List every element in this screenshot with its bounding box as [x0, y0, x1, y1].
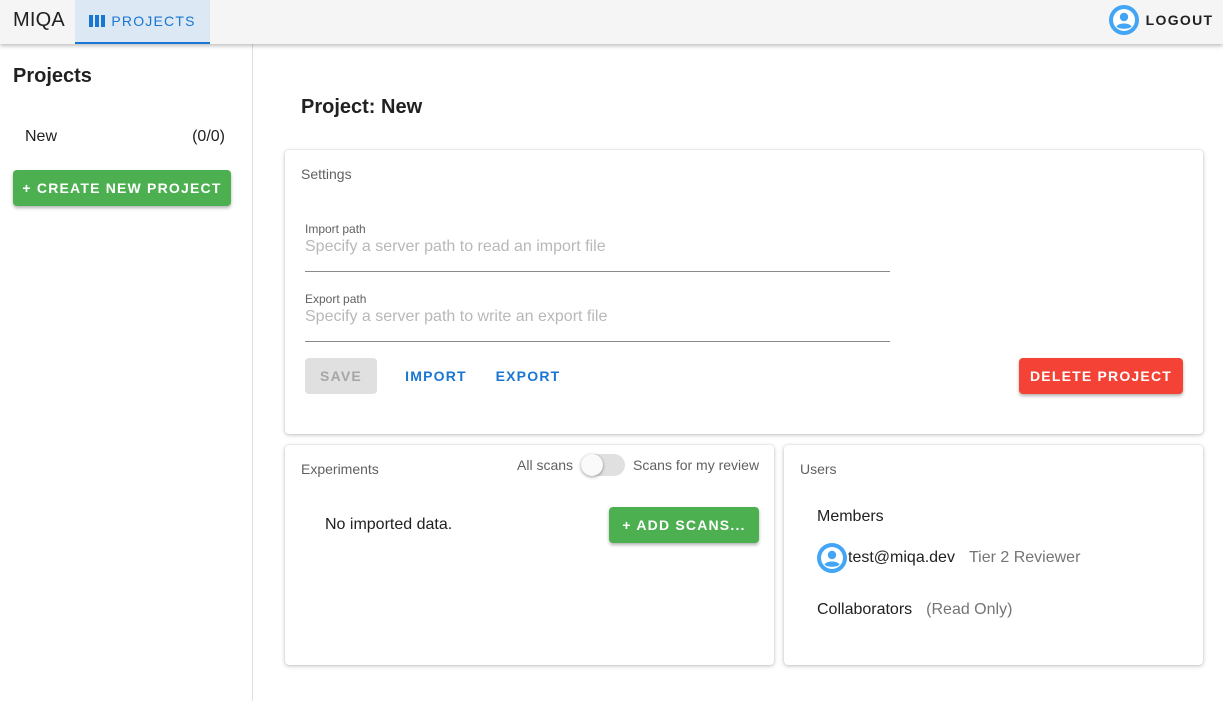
member-email: test@miqa.dev [848, 549, 955, 566]
project-name: New [25, 128, 58, 145]
experiments-card: Experiments All scans Scans for my revie… [285, 445, 774, 665]
page-title: Project: New [301, 96, 423, 118]
logout-button[interactable]: LOGOUT [1142, 0, 1217, 40]
export-path-input[interactable] [305, 308, 890, 326]
member-role: Tier 2 Reviewer [968, 549, 1081, 566]
switch-thumb [581, 454, 604, 476]
app-title: MIQA [13, 9, 65, 31]
users-title: Users [800, 461, 837, 477]
settings-card: Settings Import path Export path SAVE IM… [285, 150, 1203, 434]
export-path-label: Export path [305, 292, 367, 306]
scan-filter-toggle: All scans Scans for my review [517, 453, 759, 477]
account-circle-icon[interactable] [1109, 5, 1139, 35]
app-bar: MIQA PROJECTS LOGOUT [0, 0, 1223, 44]
export-button[interactable]: EXPORT [487, 358, 569, 394]
sidebar-item-project[interactable]: New (0/0) [13, 120, 237, 154]
save-button[interactable]: SAVE [305, 358, 377, 394]
import-button[interactable]: IMPORT [395, 358, 477, 394]
account-circle-icon [817, 543, 847, 573]
sidebar: Projects New (0/0) + CREATE NEW PROJECT [0, 44, 253, 701]
empty-state-text: No imported data. [325, 516, 453, 533]
toggle-label-all-scans: All scans [517, 457, 574, 473]
view-column-icon [89, 15, 106, 27]
collaborators-row: Collaborators (Read Only) [817, 601, 1012, 619]
project-count: (0/0) [192, 128, 225, 145]
import-path-field: Import path [305, 222, 890, 272]
collaborators-note: (Read Only) [926, 601, 1013, 618]
import-path-input[interactable] [305, 238, 890, 256]
tab-projects-label: PROJECTS [111, 13, 196, 29]
sidebar-heading: Projects [13, 65, 92, 87]
experiments-title: Experiments [301, 461, 379, 477]
import-path-label: Import path [305, 222, 366, 236]
members-heading: Members [817, 508, 884, 525]
export-path-field: Export path [305, 292, 890, 342]
create-project-button[interactable]: + CREATE NEW PROJECT [13, 170, 231, 206]
delete-project-button[interactable]: DELETE PROJECT [1019, 358, 1183, 394]
settings-title: Settings [301, 166, 352, 182]
member-row: test@miqa.dev Tier 2 Reviewer [817, 543, 1080, 573]
add-scans-button[interactable]: + ADD SCANS... [609, 507, 759, 543]
tab-projects[interactable]: PROJECTS [75, 0, 210, 44]
scan-filter-switch[interactable] [581, 454, 626, 476]
toggle-label-my-review: Scans for my review [633, 457, 760, 473]
users-card: Users Members test@miqa.dev Tier 2 Revie… [784, 445, 1203, 665]
collaborators-label: Collaborators [817, 601, 913, 618]
